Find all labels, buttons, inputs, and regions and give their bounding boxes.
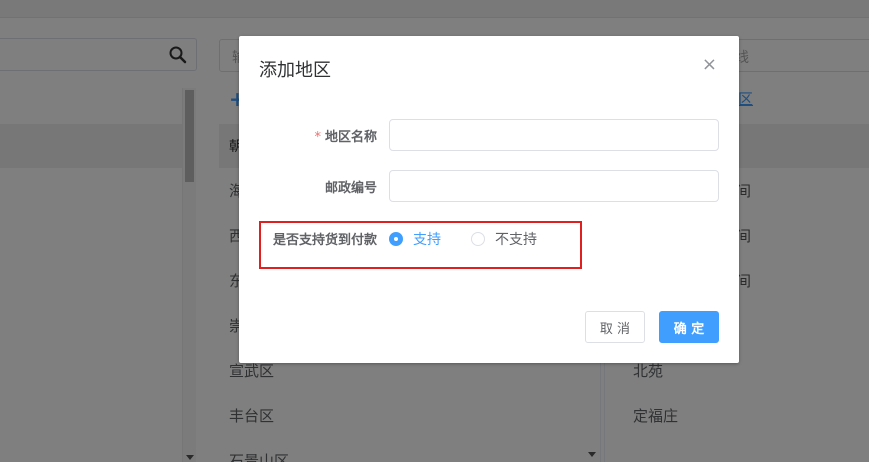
required-mark: *	[314, 130, 321, 145]
postal-code-label: 邮政编号	[324, 181, 377, 196]
region-name-form-item: * 地区名称	[239, 119, 739, 151]
radio-support-label[interactable]: 支持	[413, 229, 441, 249]
radio-checked-icon[interactable]	[389, 232, 403, 246]
postal-code-form-item: 邮政编号	[239, 170, 739, 202]
add-region-dialog: 添加地区 × * 地区名称 邮政编号 是否支持货到付款 支持 不支持 取 消 确 …	[239, 36, 739, 363]
confirm-button[interactable]: 确 定	[659, 311, 719, 343]
radio-not-support[interactable]: 不支持	[471, 229, 537, 249]
radio-support[interactable]: 支持	[389, 229, 441, 249]
region-name-input[interactable]	[389, 119, 719, 151]
radio-unchecked-icon[interactable]	[471, 232, 485, 246]
cod-form-item: 是否支持货到付款 支持 不支持	[239, 222, 739, 254]
radio-not-support-label[interactable]: 不支持	[495, 229, 537, 249]
region-name-label: * 地区名称	[314, 130, 377, 145]
postal-code-input[interactable]	[389, 170, 719, 202]
cancel-button[interactable]: 取 消	[585, 311, 645, 343]
close-icon[interactable]: ×	[702, 56, 717, 74]
dialog-title: 添加地区	[259, 60, 331, 81]
cod-label: 是否支持货到付款	[272, 233, 377, 248]
